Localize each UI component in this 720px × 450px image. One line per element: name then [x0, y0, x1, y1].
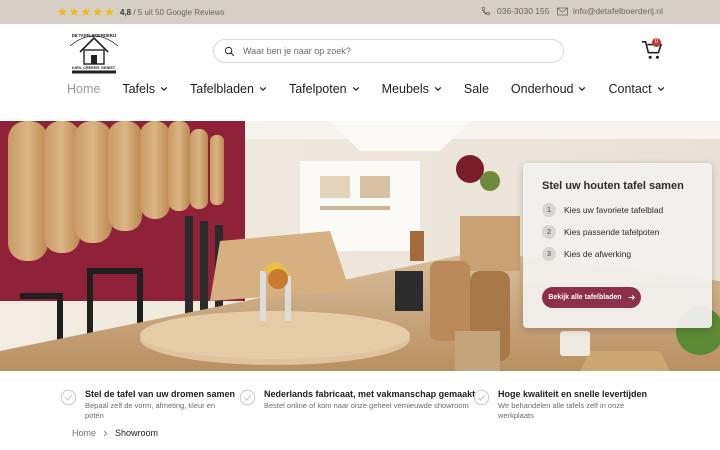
search-icon[interactable]	[224, 46, 235, 57]
chevron-down-icon	[434, 86, 442, 92]
step-item: 3 Kies de afwerking	[542, 247, 631, 261]
chevron-down-icon	[657, 86, 664, 92]
star-icon: ★	[92, 5, 104, 19]
breadcrumb: Home Showroom	[72, 428, 158, 438]
google-reviews-rating[interactable]: 4,8 / 5 uit 50 Google Reviews	[120, 8, 225, 17]
button-label: Bekijk alle tafelbladen	[548, 294, 622, 301]
phone-number: 036-3030 155	[497, 6, 550, 16]
svg-text:KIES. CREEER. GENIET.: KIES. CREEER. GENIET.	[72, 66, 116, 70]
usp-item: Stel de tafel van uw dromen samen Bepaal…	[60, 389, 235, 421]
svg-text:DE TAFELBOERDERIJ: DE TAFELBOERDERIJ	[72, 33, 117, 38]
step-item: 1 Kies uw favoriete tafelblad	[542, 203, 663, 217]
usp-title: Nederlands fabricaat, met vakmanschap ge…	[264, 389, 476, 399]
usp-description: Bepaal zelf de vorm, afmeting, kleur en …	[85, 401, 216, 420]
nav-item-tafels[interactable]: Tafels	[122, 82, 168, 96]
step-number: 1	[542, 203, 556, 217]
nav-item-label: Tafels	[122, 82, 155, 96]
view-tabletops-button[interactable]: Bekijk alle tafelbladen	[542, 287, 641, 308]
nav-item-label: Home	[67, 82, 101, 96]
nav-item-meubels[interactable]: Meubels	[382, 82, 442, 96]
chevron-down-icon	[160, 86, 168, 92]
hero-showroom-image: Stel uw houten tafel samen 1 Kies uw fav…	[0, 121, 720, 371]
search-input[interactable]	[243, 46, 543, 56]
usp-title: Stel de tafel van uw dromen samen	[85, 389, 236, 399]
nav-item-label: Meubels	[381, 82, 429, 96]
chevron-down-icon	[259, 86, 267, 92]
nav-item-sale[interactable]: Sale	[464, 82, 489, 96]
chevron-down-icon	[579, 86, 586, 92]
nav-item-label: Sale	[463, 82, 489, 96]
chevron-right-icon	[103, 430, 108, 436]
usp-description: Bestel online of kom naar onze geheel ve…	[264, 401, 469, 410]
table-configurator-panel: Stel uw houten tafel samen 1 Kies uw fav…	[523, 163, 712, 328]
step-label: Kies de afwerking	[564, 249, 632, 259]
panel-title: Stel uw houten tafel samen	[542, 180, 684, 192]
usp-title: Hoge kwaliteit en snelle levertijden	[498, 389, 648, 399]
star-icon: ★	[68, 5, 80, 19]
main-navigation: Home Tafels Tafelbladen Tafelpoten Meube…	[67, 82, 687, 96]
usp-description: We behandelen alle tafels zelf in onze w…	[498, 401, 625, 420]
usp-item: Nederlands fabricaat, met vakmanschap ge…	[239, 389, 476, 411]
nav-item-label: Tafelbladen	[190, 82, 254, 96]
nav-item-tafelpoten[interactable]: Tafelpoten	[289, 82, 360, 96]
rating-value: 4,8	[120, 8, 132, 17]
phone-link[interactable]: 036-3030 155	[481, 6, 549, 16]
check-circle-icon	[239, 389, 256, 406]
step-label: Kies uw favoriete tafelblad	[564, 205, 664, 215]
step-number: 3	[542, 247, 556, 261]
nav-item-tafelbladen[interactable]: Tafelbladen	[190, 82, 267, 96]
star-icon: ★	[80, 5, 92, 19]
cart-count-badge: 0	[652, 38, 661, 47]
nav-item-label: Onderhoud	[510, 82, 574, 96]
nav-item-onderhoud[interactable]: Onderhoud	[511, 82, 587, 96]
step-number: 2	[542, 225, 556, 239]
search-bar[interactable]	[213, 39, 564, 63]
email-link[interactable]: info@detafelboerderij.nl	[557, 6, 663, 16]
check-circle-icon	[60, 389, 77, 406]
mail-icon	[557, 7, 568, 15]
rating-text: / 5 uit 50 Google Reviews	[131, 8, 225, 17]
site-logo[interactable]: DE TAFELBOERDERIJ KIES. CREEER. GENIET.	[66, 30, 122, 74]
phone-icon	[481, 6, 491, 16]
rating-stars: ★ ★ ★ ★ ★	[57, 6, 115, 18]
star-icon: ★	[104, 5, 115, 19]
usp-item: Hoge kwaliteit en snelle levertijden We …	[473, 389, 658, 421]
step-item: 2 Kies passende tafelpoten	[542, 225, 659, 239]
check-circle-icon	[473, 389, 490, 406]
nav-item-contact[interactable]: Contact	[608, 82, 664, 96]
nav-item-label: Tafelpoten	[288, 82, 347, 96]
top-bar: ★ ★ ★ ★ ★ 4,8 / 5 uit 50 Google Reviews …	[0, 0, 720, 24]
nav-item-label: Contact	[608, 82, 652, 96]
breadcrumb-home-link[interactable]: Home	[72, 428, 96, 438]
nav-item-home[interactable]: Home	[67, 82, 100, 96]
step-label: Kies passende tafelpoten	[564, 227, 660, 237]
chevron-down-icon	[352, 86, 359, 92]
email-address: info@detafelboerderij.nl	[573, 6, 663, 16]
arrow-right-icon	[628, 295, 635, 300]
star-icon: ★	[57, 5, 68, 19]
breadcrumb-current: Showroom	[115, 428, 159, 438]
